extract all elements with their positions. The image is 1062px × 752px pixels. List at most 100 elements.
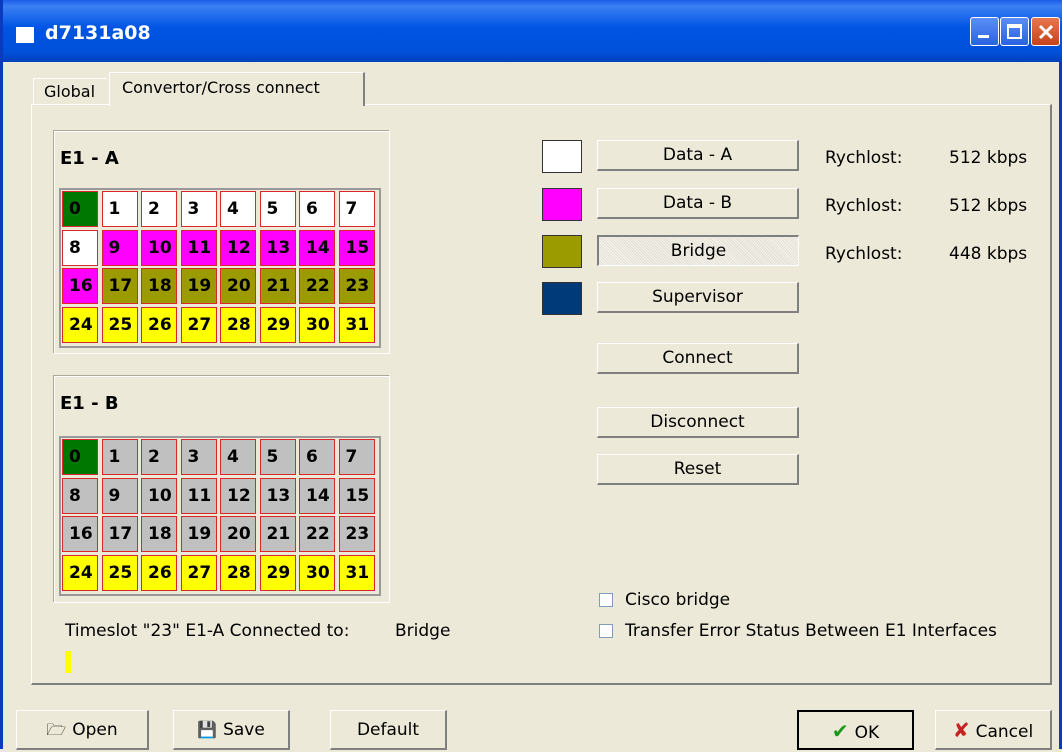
- e1a-timeslot-29[interactable]: 29: [259, 306, 296, 343]
- title-bar[interactable]: d7131a08: [3, 0, 1062, 62]
- default-button[interactable]: Default: [330, 710, 447, 750]
- e1b-timeslot-12[interactable]: 12: [220, 477, 256, 514]
- e1b-timeslot-2[interactable]: 2: [141, 439, 177, 475]
- bridge-button[interactable]: Bridge: [597, 235, 799, 266]
- e1a-timeslot-2[interactable]: 2: [141, 191, 177, 227]
- data-a-rate-label: Rychlost:: [825, 148, 903, 168]
- minimize-button[interactable]: [970, 17, 999, 46]
- e1a-timeslot-7[interactable]: 7: [338, 191, 375, 227]
- e1b-timeslot-3[interactable]: 3: [180, 439, 217, 475]
- e1a-timeslot-19[interactable]: 19: [180, 268, 217, 304]
- window-icon: [16, 27, 34, 43]
- close-button[interactable]: [1031, 17, 1060, 46]
- e1a-timeslot-28[interactable]: 28: [220, 306, 256, 343]
- e1b-timeslot-9[interactable]: 9: [101, 477, 138, 514]
- bridge-rate-value: 448 kbps: [949, 244, 1028, 264]
- e1b-timeslot-10[interactable]: 10: [141, 477, 177, 514]
- e1a-timeslot-10[interactable]: 10: [141, 229, 177, 266]
- e1a-timeslot-4[interactable]: 4: [220, 191, 256, 227]
- e1a-timeslot-22[interactable]: 22: [299, 268, 335, 304]
- e1b-timeslot-4[interactable]: 4: [220, 439, 256, 475]
- e1b-timeslot-14[interactable]: 14: [299, 477, 335, 514]
- e1a-timeslot-25[interactable]: 25: [101, 306, 138, 343]
- tab-global[interactable]: Global: [33, 78, 107, 104]
- open-button[interactable]: 🗁 Open: [16, 710, 149, 750]
- maximize-icon: [1007, 24, 1022, 39]
- e1b-timeslot-22[interactable]: 22: [299, 516, 335, 552]
- e1b-timeslot-25[interactable]: 25: [101, 554, 138, 591]
- e1b-timeslot-16[interactable]: 16: [62, 516, 98, 552]
- window-title: d7131a08: [45, 22, 151, 44]
- e1b-timeslot-13[interactable]: 13: [259, 477, 296, 514]
- e1-b-title: E1 - B: [60, 393, 119, 414]
- cancel-x-icon: ✘: [952, 718, 970, 742]
- e1b-timeslot-21[interactable]: 21: [259, 516, 296, 552]
- dialog-window: d7131a08 Global Convertor/Cross connect …: [0, 0, 1062, 750]
- connect-button[interactable]: Connect: [597, 343, 799, 374]
- e1b-timeslot-20[interactable]: 20: [220, 516, 256, 552]
- e1b-timeslot-15[interactable]: 15: [338, 477, 375, 514]
- e1b-timeslot-18[interactable]: 18: [141, 516, 177, 552]
- e1b-timeslot-1[interactable]: 1: [101, 439, 138, 475]
- e1b-timeslot-8[interactable]: 8: [62, 477, 98, 514]
- bridge-color-swatch: [542, 235, 582, 268]
- supervisor-color-swatch: [542, 282, 582, 315]
- e1a-timeslot-14[interactable]: 14: [299, 229, 335, 266]
- e1a-timeslot-12[interactable]: 12: [220, 229, 256, 266]
- e1b-timeslot-27[interactable]: 27: [180, 554, 217, 591]
- e1a-timeslot-18[interactable]: 18: [141, 268, 177, 304]
- e1b-timeslot-17[interactable]: 17: [101, 516, 138, 552]
- connection-color-indicator: [65, 651, 71, 673]
- e1b-timeslot-29[interactable]: 29: [259, 554, 296, 591]
- e1-b-timeslot-grid: 0 1 2 3 4 5 6 7 8 9 10 11 12 13 14 15 16 17 18 19 20 21 22 23 24…: [59, 436, 381, 596]
- e1a-timeslot-27[interactable]: 27: [180, 306, 217, 343]
- e1a-timeslot-15[interactable]: 15: [338, 229, 375, 266]
- e1a-timeslot-31[interactable]: 31: [338, 306, 375, 343]
- e1a-timeslot-9[interactable]: 9: [101, 229, 138, 266]
- transfer-error-checkbox[interactable]: [599, 624, 613, 638]
- e1b-timeslot-26[interactable]: 26: [141, 554, 177, 591]
- e1a-timeslot-3[interactable]: 3: [180, 191, 217, 227]
- e1b-timeslot-5[interactable]: 5: [259, 439, 296, 475]
- cancel-button[interactable]: ✘ Cancel: [935, 710, 1052, 750]
- maximize-button[interactable]: [1000, 17, 1029, 46]
- e1a-timeslot-1[interactable]: 1: [101, 191, 138, 227]
- e1a-timeslot-6[interactable]: 6: [299, 191, 335, 227]
- e1a-timeslot-21[interactable]: 21: [259, 268, 296, 304]
- e1a-timeslot-26[interactable]: 26: [141, 306, 177, 343]
- disconnect-button[interactable]: Disconnect: [597, 407, 799, 438]
- e1b-timeslot-23[interactable]: 23: [338, 516, 375, 552]
- e1a-timeslot-30[interactable]: 30: [299, 306, 335, 343]
- reset-button[interactable]: Reset: [597, 454, 799, 485]
- data-a-color-swatch: [542, 140, 582, 173]
- data-b-button[interactable]: Data - B: [597, 188, 799, 219]
- timeslot-status-value: Bridge: [395, 621, 451, 641]
- e1a-timeslot-20[interactable]: 20: [220, 268, 256, 304]
- e1a-timeslot-17[interactable]: 17: [101, 268, 138, 304]
- e1a-timeslot-5[interactable]: 5: [259, 191, 296, 227]
- e1b-timeslot-19[interactable]: 19: [180, 516, 217, 552]
- e1a-timeslot-16[interactable]: 16: [62, 268, 98, 304]
- e1b-timeslot-28[interactable]: 28: [220, 554, 256, 591]
- e1b-timeslot-24[interactable]: 24: [62, 554, 98, 591]
- e1a-timeslot-24[interactable]: 24: [62, 306, 98, 343]
- e1a-timeslot-0[interactable]: 0: [62, 191, 98, 227]
- e1a-timeslot-8[interactable]: 8: [62, 229, 98, 266]
- e1-a-timeslot-grid: 0 1 2 3 4 5 6 7 8 9 10 11 12 13 14 15 16 17 18 19 20 21 22 23 24…: [59, 188, 381, 348]
- e1b-timeslot-0[interactable]: 0: [62, 439, 98, 475]
- e1a-timeslot-13[interactable]: 13: [259, 229, 296, 266]
- cisco-bridge-checkbox[interactable]: [599, 593, 613, 607]
- e1b-timeslot-30[interactable]: 30: [299, 554, 335, 591]
- data-a-button[interactable]: Data - A: [597, 140, 799, 171]
- save-button[interactable]: 💾 Save: [173, 710, 290, 750]
- supervisor-button[interactable]: Supervisor: [597, 282, 799, 313]
- e1a-timeslot-11[interactable]: 11: [180, 229, 217, 266]
- e1b-timeslot-11[interactable]: 11: [180, 477, 217, 514]
- e1b-timeslot-31[interactable]: 31: [338, 554, 375, 591]
- tab-convertor-cross-connect[interactable]: Convertor/Cross connect: [109, 72, 365, 106]
- save-label: Save: [223, 720, 265, 740]
- e1b-timeslot-7[interactable]: 7: [338, 439, 375, 475]
- e1b-timeslot-6[interactable]: 6: [299, 439, 335, 475]
- ok-button[interactable]: ✔ OK: [797, 710, 914, 750]
- e1a-timeslot-23[interactable]: 23: [338, 268, 375, 304]
